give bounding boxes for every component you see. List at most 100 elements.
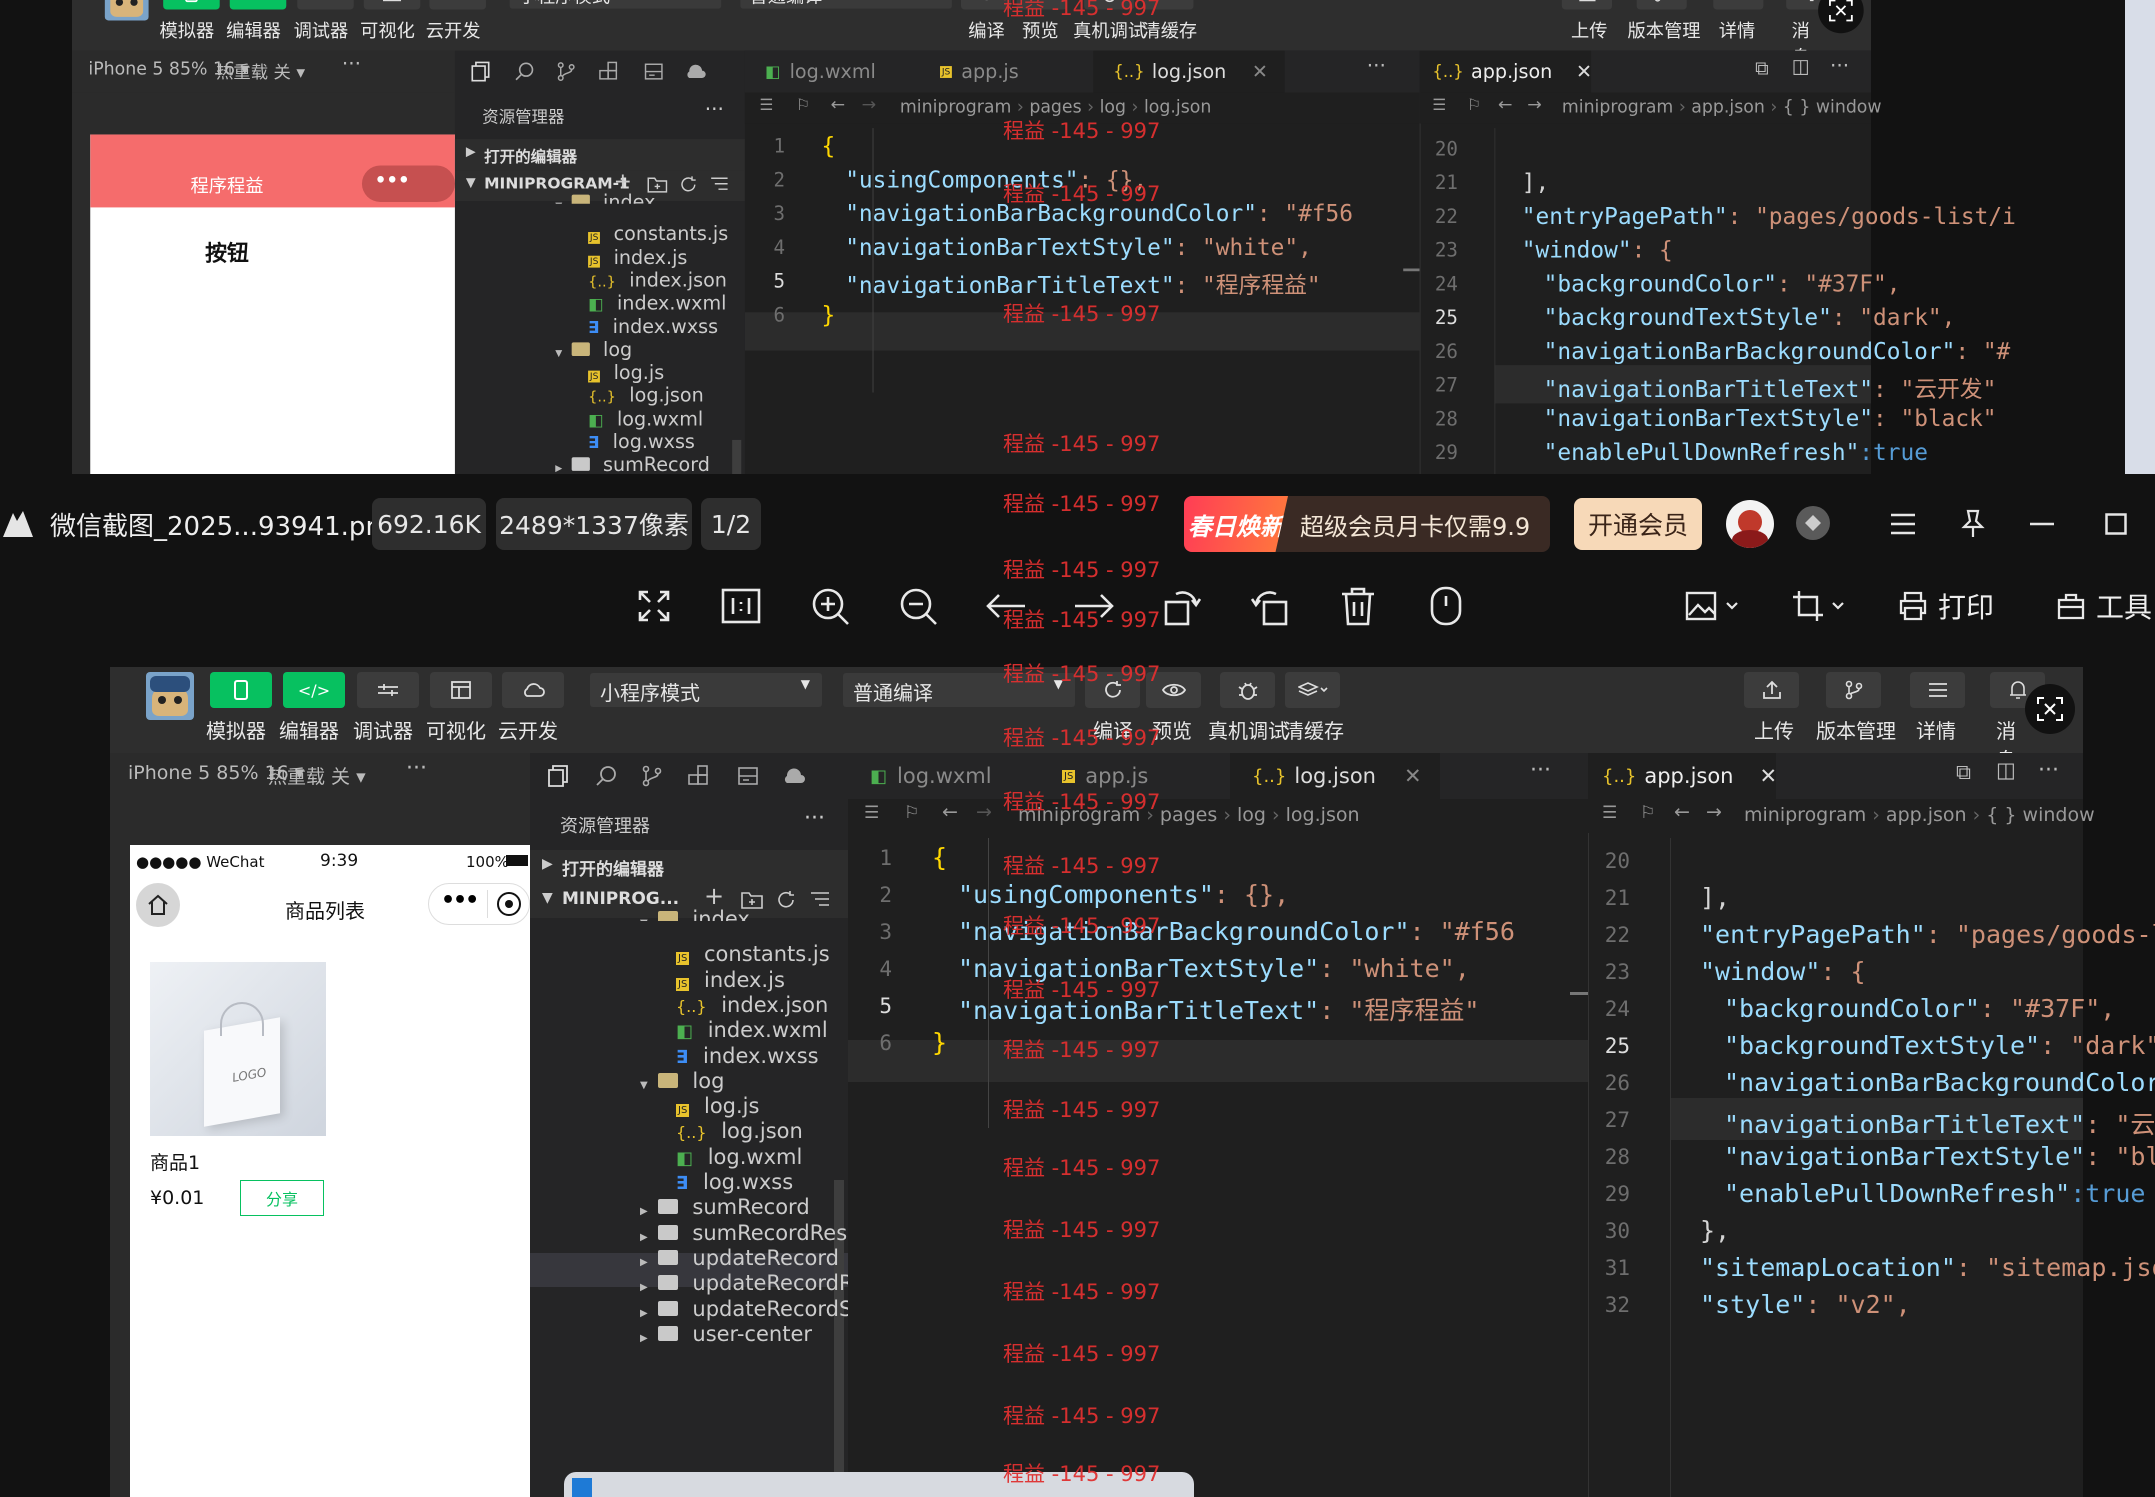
more-icon[interactable]: ···: [342, 53, 361, 76]
extensions-icon[interactable]: [594, 57, 623, 86]
tree-item[interactable]: JS constants.js: [676, 942, 830, 966]
vip-button[interactable]: 开通会员: [1574, 498, 1702, 550]
forward-icon[interactable]: →: [1527, 94, 1542, 114]
minimize-icon[interactable]: [2022, 504, 2062, 544]
menu-icon[interactable]: [1883, 504, 1923, 544]
code-line[interactable]: }: [932, 1028, 947, 1057]
breadcrumb-item[interactable]: log: [1237, 804, 1266, 826]
files-icon[interactable]: [542, 760, 574, 792]
tab-app-js[interactable]: JS app.js: [920, 51, 1093, 93]
details-button[interactable]: [1713, 0, 1764, 10]
files-icon[interactable]: [466, 57, 495, 86]
tree-item[interactable]: ◧ log.wxml: [676, 1145, 802, 1169]
editor-more-icon[interactable]: ···: [1830, 55, 1849, 78]
cloud-dev-toggle[interactable]: [429, 0, 486, 10]
breadcrumb-item[interactable]: app.json: [1886, 804, 1967, 826]
hot-reload-select[interactable]: 热重载 关 ▾: [216, 59, 305, 84]
code-line[interactable]: "backgroundTextStyle": "dark",: [1724, 1031, 2155, 1060]
tree-item[interactable]: ▶ sumRecordResult: [640, 1221, 875, 1245]
tree-item[interactable]: ◧ log.wxml: [588, 408, 703, 430]
version-button[interactable]: [1826, 672, 1881, 708]
tree-item[interactable]: JS index.js: [676, 968, 785, 992]
tab-log-json[interactable]: {..} log.json ✕: [1093, 50, 1285, 93]
capsule-menu[interactable]: •••: [361, 165, 455, 202]
code-line[interactable]: "navigationBarTextStyle": "white",: [845, 234, 1312, 260]
code-line[interactable]: {: [821, 133, 835, 159]
breadcrumb-item[interactable]: miniprogram: [1562, 97, 1673, 117]
info-icon[interactable]: [1420, 580, 1472, 632]
remote-debug-button[interactable]: [1220, 672, 1275, 708]
breadcrumb-item[interactable]: { } window: [1986, 804, 2094, 826]
upload-button[interactable]: [1744, 672, 1799, 708]
image-edit-icon[interactable]: [1680, 580, 1750, 632]
screenshot-tool-icon[interactable]: [2025, 684, 2075, 734]
new-file-icon[interactable]: +: [614, 168, 632, 194]
promo-banner[interactable]: 春日焕新 超级会员月卡仅需9.9: [1184, 496, 1550, 552]
tabs-more-icon[interactable]: ···: [1367, 55, 1386, 78]
code-line[interactable]: "navigationBarTitleText": "云开发": [1544, 372, 1997, 405]
outline-icon[interactable]: ☰: [864, 803, 879, 823]
editor-toggle[interactable]: </>: [283, 672, 345, 708]
debugger-toggle[interactable]: [357, 672, 419, 708]
code-line[interactable]: "navigationBarBackgroundColor": "#: [1724, 1068, 2155, 1097]
tree-item[interactable]: ∃ index.wxss: [676, 1044, 819, 1068]
cloud-icon[interactable]: [778, 760, 810, 792]
code-line[interactable]: "usingComponents": {},: [958, 880, 1289, 909]
rotate-left-icon[interactable]: [1156, 580, 1208, 632]
tabs-more-icon[interactable]: ···: [1530, 758, 1551, 783]
split-editor-icon[interactable]: ◫: [1996, 758, 2016, 782]
details-button[interactable]: [1910, 672, 1965, 708]
refresh-icon[interactable]: [677, 174, 699, 196]
back-icon[interactable]: ←: [1498, 94, 1513, 114]
git-icon[interactable]: [636, 760, 668, 792]
tree-item[interactable]: {..} index.json: [588, 269, 727, 291]
code-line[interactable]: "backgroundColor": "#37F",: [1724, 994, 2115, 1023]
back-icon[interactable]: ←: [942, 801, 958, 823]
close-icon[interactable]: ✕: [1576, 61, 1592, 83]
pin-icon[interactable]: [1953, 502, 1993, 546]
code-line[interactable]: "backgroundTextStyle": "dark",: [1544, 304, 1956, 330]
code-line[interactable]: "navigationBarTitleText": "云开发": [1724, 1105, 2155, 1141]
avatar[interactable]: [1726, 500, 1774, 548]
breadcrumb-item[interactable]: log.json: [1286, 804, 1360, 826]
tree-item[interactable]: ▼ index: [640, 907, 750, 921]
bookmark-icon[interactable]: ⚐: [796, 96, 810, 114]
explorer-more-icon[interactable]: ···: [705, 99, 724, 122]
actual-size-icon[interactable]: [715, 580, 767, 632]
editor-toggle[interactable]: </>: [229, 0, 287, 10]
tab-app-json[interactable]: {..} app.json ✕: [1588, 753, 1777, 799]
outline-icon[interactable]: ☰: [1602, 803, 1617, 823]
forward-icon[interactable]: →: [862, 94, 877, 114]
simulator-toggle[interactable]: [163, 0, 220, 10]
visual-toggle[interactable]: [430, 672, 492, 708]
split-editor-icon[interactable]: ◫: [1792, 55, 1810, 77]
tree-item[interactable]: ▼ index: [555, 191, 655, 204]
back-icon[interactable]: ←: [1674, 801, 1690, 823]
code-line[interactable]: "navigationBarTextStyle": "black": [1724, 1142, 2155, 1171]
tree-item[interactable]: ▶ sumRecord: [555, 454, 710, 474]
tree-item[interactable]: JS log.js: [676, 1094, 759, 1118]
upload-button[interactable]: [1561, 0, 1613, 10]
code-line[interactable]: {: [932, 843, 947, 872]
zoom-in-icon[interactable]: [804, 580, 856, 632]
simulator-toggle[interactable]: [210, 672, 272, 708]
cloud-icon[interactable]: [681, 57, 710, 86]
code-line[interactable]: }: [821, 301, 835, 327]
tree-item[interactable]: ▶ sumRecord: [640, 1195, 810, 1219]
tree-item[interactable]: ▼ log: [555, 339, 632, 361]
close-icon[interactable]: ✕: [1404, 764, 1422, 788]
close-icon[interactable]: ✕: [1252, 61, 1268, 83]
tree-item[interactable]: ∃ log.wxss: [588, 431, 695, 453]
tab-app-json[interactable]: {..} app.json ✕: [1419, 50, 1592, 93]
tree-item[interactable]: {..} index.json: [676, 993, 828, 1017]
more-icon[interactable]: ···: [406, 756, 427, 781]
code-line[interactable]: "enablePullDownRefresh":true: [1544, 439, 1928, 465]
search-icon[interactable]: [510, 57, 539, 86]
explorer-scrollbar[interactable]: [732, 439, 742, 474]
badge-icon[interactable]: [1796, 506, 1830, 540]
fit-screen-icon[interactable]: [628, 580, 680, 632]
storage-icon[interactable]: [732, 760, 764, 792]
tree-item[interactable]: {..} log.json: [588, 385, 704, 407]
user-avatar[interactable]: [146, 672, 194, 720]
breadcrumb-item[interactable]: miniprogram: [900, 97, 1011, 117]
